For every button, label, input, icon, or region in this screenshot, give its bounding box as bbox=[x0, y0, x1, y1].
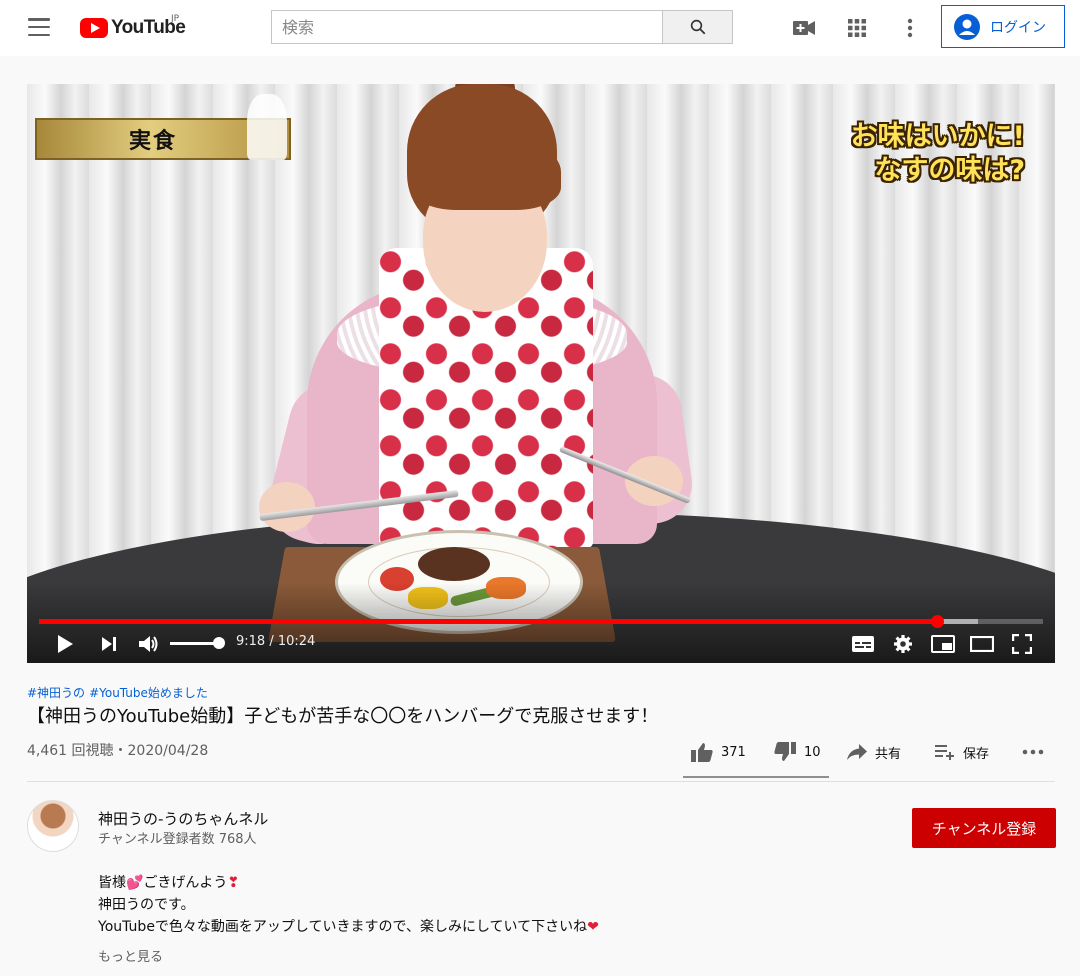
play-icon bbox=[58, 635, 73, 653]
divider bbox=[27, 781, 1055, 782]
hearts-emoji-icon: 💕 bbox=[126, 875, 144, 891]
hashtag-link[interactable]: #神田うの bbox=[27, 684, 85, 701]
thumb-down-icon bbox=[774, 742, 796, 761]
description-text: ごきげんよう bbox=[143, 875, 228, 891]
silhouette-icon bbox=[247, 94, 287, 160]
dislike-count: 10 bbox=[804, 744, 821, 760]
description-text: YouTubeで色々な動画をアップしていきますので、楽しみにしていて下さいね bbox=[98, 919, 588, 935]
miniplayer-button[interactable] bbox=[929, 632, 957, 656]
description-line: YouTubeで色々な動画をアップしていきますので、楽しみにしていて下さいね❤ bbox=[98, 916, 599, 938]
login-label: ログイン bbox=[990, 19, 1046, 36]
save-label: 保存 bbox=[963, 746, 990, 762]
play-button[interactable] bbox=[51, 632, 79, 656]
theater-mode-icon bbox=[970, 636, 994, 652]
description-text: 皆様 bbox=[98, 875, 126, 891]
volume-knob[interactable] bbox=[212, 637, 225, 649]
show-more-link[interactable]: もっと見る bbox=[98, 946, 163, 965]
menu-icon[interactable] bbox=[28, 18, 50, 36]
logo-region-label: JP bbox=[171, 14, 180, 24]
search-button[interactable] bbox=[662, 10, 733, 44]
search-icon bbox=[690, 19, 705, 35]
sentiment-bar bbox=[683, 776, 829, 778]
save-button[interactable]: 保存 bbox=[935, 738, 989, 766]
search-box[interactable] bbox=[271, 10, 663, 44]
progress-scrubber[interactable] bbox=[930, 615, 944, 628]
channel-avatar[interactable] bbox=[27, 800, 79, 852]
masthead: YouTube JP ログイン bbox=[0, 0, 1080, 56]
more-horiz-icon bbox=[1022, 749, 1044, 755]
progress-bar[interactable] bbox=[39, 615, 1043, 628]
miniplayer-icon bbox=[931, 635, 955, 653]
volume-icon bbox=[139, 636, 158, 652]
subtitles-button[interactable] bbox=[849, 632, 877, 656]
caption-jisshoku-text: 実食 bbox=[129, 128, 178, 154]
subscribe-button[interactable]: チャンネル登録 bbox=[912, 808, 1056, 848]
login-button[interactable]: ログイン bbox=[941, 5, 1065, 48]
youtube-logo[interactable]: YouTube bbox=[80, 14, 186, 42]
share-label: 共有 bbox=[875, 746, 902, 762]
channel-name[interactable]: 神田うの-うのちゃんネル bbox=[98, 808, 268, 829]
playlist-add-icon bbox=[935, 745, 954, 760]
settings-button[interactable] bbox=[889, 632, 917, 656]
fullscreen-icon bbox=[1012, 634, 1032, 654]
theater-mode-button[interactable] bbox=[968, 632, 996, 656]
share-button[interactable]: 共有 bbox=[847, 738, 901, 766]
hashtag-link[interactable]: #YouTube始めました bbox=[89, 684, 208, 701]
like-count: 371 bbox=[721, 744, 746, 760]
view-count-date: 4,461 回視聴・2020/04/28 bbox=[27, 743, 209, 759]
gear-icon bbox=[894, 635, 912, 653]
apps-grid-icon[interactable] bbox=[845, 16, 869, 40]
dislike-button[interactable]: 10 bbox=[774, 738, 821, 766]
caption-taste-line1: お味はいかに! bbox=[850, 121, 1025, 152]
description-line: 皆様💕ごきげんよう❣ bbox=[98, 872, 599, 894]
subtitles-icon bbox=[852, 636, 874, 652]
caption-taste-line2: なすの味は? bbox=[874, 155, 1025, 186]
fullscreen-button[interactable] bbox=[1008, 632, 1036, 656]
heart-exclamation-emoji-icon: ❣ bbox=[227, 875, 240, 891]
video-title: 【神田うのYouTube始動】子どもが苦手な〇〇をハンバーグで克服させます！ bbox=[27, 706, 659, 727]
progress-played bbox=[39, 619, 937, 624]
video-description: 皆様💕ごきげんよう❣ 神田うのです。 YouTubeで色々な動画をアップしていき… bbox=[98, 872, 599, 938]
create-video-icon[interactable] bbox=[792, 16, 816, 40]
description-line: 神田うのです。 bbox=[98, 897, 195, 913]
skip-next-icon bbox=[102, 637, 116, 651]
video-player[interactable]: 実食 お味はいかに! なすの味は? 9:18 / 10:24 bbox=[27, 84, 1055, 663]
share-icon bbox=[847, 744, 867, 760]
time-display: 9:18 / 10:24 bbox=[236, 634, 316, 649]
more-actions-button[interactable] bbox=[1022, 738, 1044, 766]
thumb-up-icon bbox=[691, 743, 713, 762]
hashtags: #神田うの #YouTube始めました bbox=[27, 684, 208, 701]
caption-taste: お味はいかに! なすの味は? bbox=[805, 120, 1025, 188]
next-button[interactable] bbox=[95, 632, 123, 656]
youtube-play-icon bbox=[80, 18, 108, 38]
search-input[interactable] bbox=[282, 17, 652, 37]
account-circle-icon bbox=[954, 13, 980, 40]
like-button[interactable]: 371 bbox=[691, 738, 746, 766]
mute-button[interactable] bbox=[135, 632, 163, 656]
more-vert-icon[interactable] bbox=[898, 16, 922, 40]
subscriber-count: チャンネル登録者数 768人 bbox=[98, 832, 257, 847]
heart-emoji-icon: ❤ bbox=[587, 919, 599, 935]
